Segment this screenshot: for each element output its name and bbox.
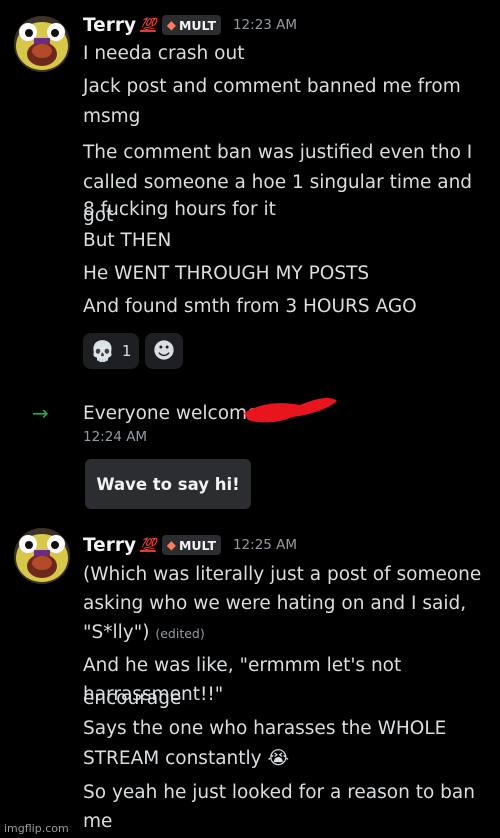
message-header: Terry 💯 ◆ MULT 12:25 AM [83,533,297,557]
message-line: 8 fucking hours for it [83,199,276,220]
message-line: me [83,811,113,832]
message-line: The comment ban was justified even tho I [83,142,473,163]
message-timestamp: 12:23 AM [232,17,298,33]
avatar[interactable] [14,528,70,584]
hundred-points-icon: 💯 [140,17,156,33]
hundred-points-icon: 💯 [140,537,156,553]
reaction-skull[interactable]: 💀 1 [83,333,139,369]
reactions-bar: 💀 1 ☻ [83,333,183,369]
user-tag[interactable]: ◆ MULT [161,535,221,555]
frog-avatar-icon [14,16,70,72]
add-reaction-button[interactable]: ☻ [145,333,183,369]
message-header: Terry 💯 ◆ MULT 12:23 AM [83,13,297,37]
system-message-text: Everyone welcome [83,403,259,424]
message-line: Jack post and comment banned me from [83,76,461,97]
message-timestamp: 12:25 AM [232,537,298,553]
message-line-edited: "S*lly") (edited) [83,616,488,650]
message-text: STREAM constantly [83,748,262,769]
message-group-1: Terry 💯 ◆ MULT 12:23 AM I needa crash out… [0,0,500,380]
reaction-count: 1 [121,342,132,360]
message-line: And found smth from 3 HOURS AGO [83,296,417,317]
user-tag-label: MULT [178,17,216,33]
message-group-2: Terry 💯 ◆ MULT 12:25 AM (Which was litera… [0,523,500,837]
fire-icon: ◆ [166,18,176,32]
message-line: He WENT THROUGH MY POSTS [83,263,370,284]
user-tag[interactable]: ◆ MULT [161,15,221,35]
system-timestamp: 12:24 AM [83,429,148,445]
message-line-emoji: STREAM constantly 😭 [83,742,488,775]
frog-avatar-icon [14,528,70,584]
avatar[interactable] [14,16,70,72]
wave-button[interactable]: Wave to say hi! [85,459,251,509]
add-reaction-icon: ☻ [152,338,176,364]
join-arrow-icon: → [32,401,49,425]
message-text: "S*lly") [83,622,150,643]
username[interactable]: Terry [83,15,136,36]
redaction-scribble [244,398,337,423]
message-line: But THEN [83,230,172,251]
skull-icon: 💀 [90,339,115,363]
watermark: imgflip.com [4,822,69,835]
message-line: msmg [83,106,141,127]
fire-icon: ◆ [166,538,176,552]
edited-label: (edited) [155,626,205,641]
message-line: harrassment!!" [83,684,224,705]
message-line: I needa crash out [83,43,245,64]
crying-face-icon: 😭 [267,748,290,769]
message-line: Says the one who harasses the WHOLE [83,718,447,739]
user-tag-label: MULT [178,537,216,553]
username[interactable]: Terry [83,535,136,556]
